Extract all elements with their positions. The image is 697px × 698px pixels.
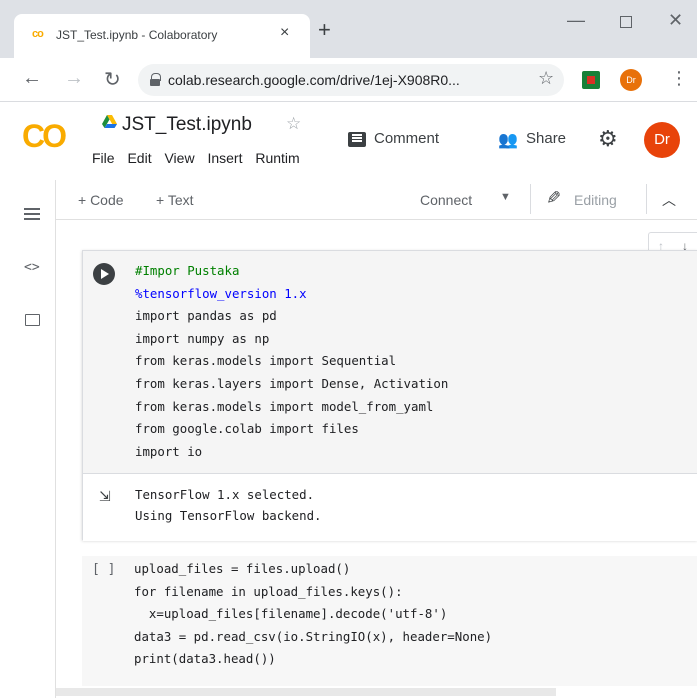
- menu-file[interactable]: File: [92, 150, 115, 166]
- tab-title: JST_Test.ipynb - Colaboratory: [56, 28, 218, 42]
- code-line: import pandas as pd: [135, 308, 277, 324]
- code-line: %tensorflow_version 1.x: [135, 285, 307, 301]
- reload-icon[interactable]: ↻: [104, 67, 121, 92]
- star-notebook-icon[interactable]: ☆: [286, 114, 301, 134]
- menu-edit[interactable]: Edit: [127, 150, 151, 166]
- browser-tabstrip: co JST_Test.ipynb - Colaboratory × + — ✕: [0, 0, 697, 58]
- code-line: from google.colab import files: [135, 421, 359, 437]
- code-line: import io: [135, 443, 203, 459]
- cell-gutter: [83, 251, 129, 473]
- folder-icon[interactable]: [25, 314, 40, 326]
- menu-runtime[interactable]: Runtim: [255, 150, 299, 166]
- comment-button[interactable]: Comment: [374, 130, 439, 147]
- url-text: colab.research.google.com/drive/1ej-X908…: [168, 72, 460, 88]
- output-line: TensorFlow 1.x selected.: [135, 487, 315, 502]
- output-text: TensorFlow 1.x selected. Using TensorFlo…: [135, 484, 322, 526]
- left-sidebar: <>: [0, 180, 56, 698]
- code-line: x=upload_files[filename].decode('utf-8'): [134, 606, 448, 622]
- output-icon[interactable]: ⇲: [99, 488, 111, 505]
- code-line: #Impor Pustaka: [135, 263, 240, 278]
- code-cell[interactable]: [ ] upload_files = files.upload() for fi…: [82, 556, 697, 686]
- menubar: File Edit View Insert Runtim: [92, 150, 344, 166]
- execution-count[interactable]: [ ]: [92, 562, 115, 577]
- add-text-button[interactable]: + Text: [156, 192, 194, 208]
- tab-close-icon[interactable]: ×: [280, 24, 289, 42]
- people-icon[interactable]: 👥: [498, 130, 518, 150]
- output-line: Using TensorFlow backend.: [135, 508, 322, 523]
- cell-source: #Impor Pustaka %tensorflow_version 1.x i…: [135, 260, 448, 463]
- chevron-down-icon[interactable]: ▼: [500, 191, 511, 203]
- colab-header: CO JST_Test.ipynb ☆ File Edit View Inser…: [0, 102, 697, 178]
- collapse-header-icon[interactable]: ︿: [662, 190, 676, 210]
- gear-icon[interactable]: ⚙: [598, 126, 618, 152]
- run-cell-button[interactable]: [93, 263, 115, 285]
- extension-icon[interactable]: [582, 71, 600, 89]
- browser-toolbar: ← → ↻ colab.research.google.com/drive/1e…: [0, 58, 697, 102]
- comment-icon[interactable]: [348, 132, 366, 147]
- divider: [646, 184, 647, 214]
- cell-source: upload_files = files.upload() for filena…: [134, 558, 492, 671]
- code-line: for filename in upload_files.keys():: [134, 583, 403, 599]
- menu-insert[interactable]: Insert: [207, 150, 242, 166]
- horizontal-scrollbar[interactable]: [56, 688, 556, 696]
- connect-button[interactable]: Connect: [420, 192, 472, 208]
- new-tab-icon[interactable]: +: [318, 19, 331, 41]
- code-line: from keras.models import model_from_yaml: [135, 398, 434, 414]
- table-of-contents-icon[interactable]: [24, 208, 40, 220]
- code-line: from keras.models import Sequential: [135, 353, 397, 369]
- menu-view[interactable]: View: [164, 150, 194, 166]
- profile-avatar[interactable]: Dr: [620, 69, 642, 91]
- code-snippets-icon[interactable]: <>: [24, 260, 40, 275]
- window-close-icon[interactable]: ✕: [668, 10, 683, 31]
- browser-menu-icon[interactable]: ⋮: [670, 68, 688, 89]
- divider: [530, 184, 531, 214]
- back-arrow-icon[interactable]: ←: [22, 67, 42, 90]
- notebook-toolbar: + Code + Text Connect ▼ ✎ Editing ︿: [56, 180, 697, 220]
- minimize-icon[interactable]: —: [567, 10, 585, 31]
- pencil-icon: ✎: [546, 188, 562, 208]
- maximize-icon[interactable]: [620, 16, 632, 28]
- avatar[interactable]: Dr: [644, 122, 680, 158]
- code-line: data3 = pd.read_csv(io.StringIO(x), head…: [134, 628, 493, 644]
- code-line: upload_files = files.upload(): [134, 561, 351, 576]
- cell-output: ⇲ TensorFlow 1.x selected. Using TensorF…: [83, 473, 697, 541]
- notebook-title[interactable]: JST_Test.ipynb: [122, 114, 252, 136]
- drive-icon[interactable]: [102, 115, 117, 128]
- lock-icon: [150, 73, 161, 86]
- code-line: import numpy as np: [135, 330, 270, 346]
- colab-favicon-icon: co: [32, 28, 44, 40]
- code-line: from keras.layers import Dense, Activati…: [135, 375, 449, 391]
- code-line: print(data3.head()): [134, 651, 276, 667]
- share-button[interactable]: Share: [526, 130, 566, 147]
- browser-tab[interactable]: co JST_Test.ipynb - Colaboratory ×: [14, 14, 310, 58]
- colab-logo[interactable]: CO: [22, 118, 67, 155]
- add-code-button[interactable]: + Code: [78, 192, 124, 208]
- forward-arrow-icon[interactable]: →: [64, 67, 84, 90]
- address-bar[interactable]: colab.research.google.com/drive/1ej-X908…: [138, 64, 564, 96]
- bookmark-star-icon[interactable]: ☆: [538, 68, 554, 89]
- editing-mode-button[interactable]: Editing: [574, 192, 617, 208]
- code-cell[interactable]: #Impor Pustaka %tensorflow_version 1.x i…: [82, 250, 697, 541]
